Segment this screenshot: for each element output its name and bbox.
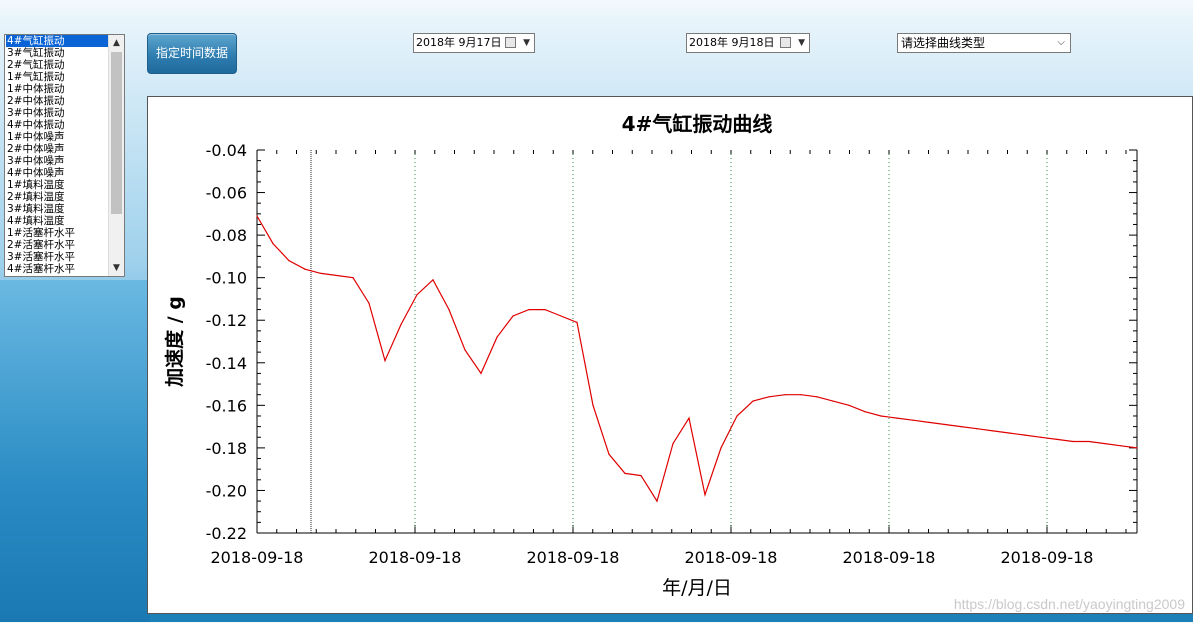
data-point (560, 315, 562, 317)
data-point (832, 400, 834, 402)
data-point (1120, 445, 1122, 447)
data-point (624, 472, 626, 475)
data-point (864, 411, 866, 413)
data-point (1040, 436, 1042, 438)
data-point (448, 308, 450, 311)
y-tick-label: -0.04 (206, 141, 247, 160)
data-point (720, 447, 722, 449)
data-point (880, 415, 882, 417)
y-tick-label: -0.22 (206, 524, 247, 543)
data-point (256, 215, 258, 217)
data-point (416, 294, 418, 296)
watermark: https://blog.csdn.net/yaoyingting2009 (953, 596, 1185, 612)
data-point (1008, 432, 1010, 434)
x-axis-label: 年/月/日 (662, 577, 732, 599)
data-point (1024, 434, 1026, 436)
data-point (304, 268, 306, 270)
y-tick-label: -0.20 (206, 481, 247, 500)
data-point (288, 260, 290, 262)
data-point (592, 404, 594, 406)
data-point (784, 394, 786, 396)
data-point (1088, 440, 1090, 443)
data-point (640, 474, 642, 477)
data-point (736, 415, 738, 417)
data-point (672, 443, 674, 445)
chart-title: 4#气缸振动曲线 (622, 112, 773, 136)
x-tick-label: 2018-09-18 (685, 548, 778, 567)
y-tick-label: -0.06 (206, 184, 247, 203)
data-point (800, 394, 802, 396)
data-point (368, 302, 370, 304)
data-point (528, 308, 530, 311)
vibration-chart: 4#气缸振动曲线 -0.04 -0.06 -0.08 -0.10 -0.12 -0.14 -0… (163, 112, 1138, 599)
y-axis-label: 加速度 / g (163, 296, 186, 388)
data-point (752, 400, 754, 402)
series-line (256, 215, 1138, 503)
x-tick-label: 2018-09-18 (843, 548, 936, 567)
data-point (336, 274, 338, 277)
x-tick-label: 2018-09-18 (527, 548, 620, 567)
data-point (912, 419, 914, 421)
data-point (512, 315, 514, 317)
data-point (1136, 447, 1138, 449)
y-tick-label: -0.12 (206, 311, 247, 330)
data-point (848, 404, 850, 406)
x-tick-label: 2018-09-18 (1001, 548, 1094, 567)
x-tick-label: 2018-09-18 (211, 548, 304, 567)
data-point (320, 272, 322, 275)
data-point (272, 243, 274, 245)
data-point (608, 453, 610, 455)
data-point (928, 421, 930, 423)
y-tick-label: -0.10 (206, 269, 247, 288)
data-point (400, 323, 402, 326)
data-point (1104, 443, 1106, 445)
data-point (480, 372, 482, 375)
data-point (992, 430, 994, 432)
data-point (576, 321, 578, 323)
data-point (816, 396, 818, 398)
y-tick-label: -0.14 (206, 354, 247, 373)
data-point (768, 396, 770, 398)
data-point (960, 426, 962, 428)
data-point (704, 494, 706, 496)
data-point (544, 308, 546, 311)
data-point (896, 417, 898, 419)
y-tick-label: -0.08 (206, 226, 247, 245)
data-point (1056, 438, 1058, 440)
data-point (944, 423, 946, 426)
data-point (656, 500, 658, 502)
chart-panel: 4#气缸振动曲线 -0.04 -0.06 -0.08 -0.10 -0.12 -0.14 -0… (147, 96, 1193, 614)
data-point (976, 428, 978, 430)
data-point (432, 279, 434, 281)
data-point (464, 349, 466, 351)
data-point (1072, 440, 1074, 443)
y-tick-label: -0.16 (206, 396, 247, 415)
data-point (496, 336, 498, 338)
y-tick-label: -0.18 (206, 439, 247, 458)
x-tick-label: 2018-09-18 (369, 548, 462, 567)
data-point (688, 417, 690, 419)
data-point (384, 360, 386, 362)
data-point (352, 277, 354, 279)
